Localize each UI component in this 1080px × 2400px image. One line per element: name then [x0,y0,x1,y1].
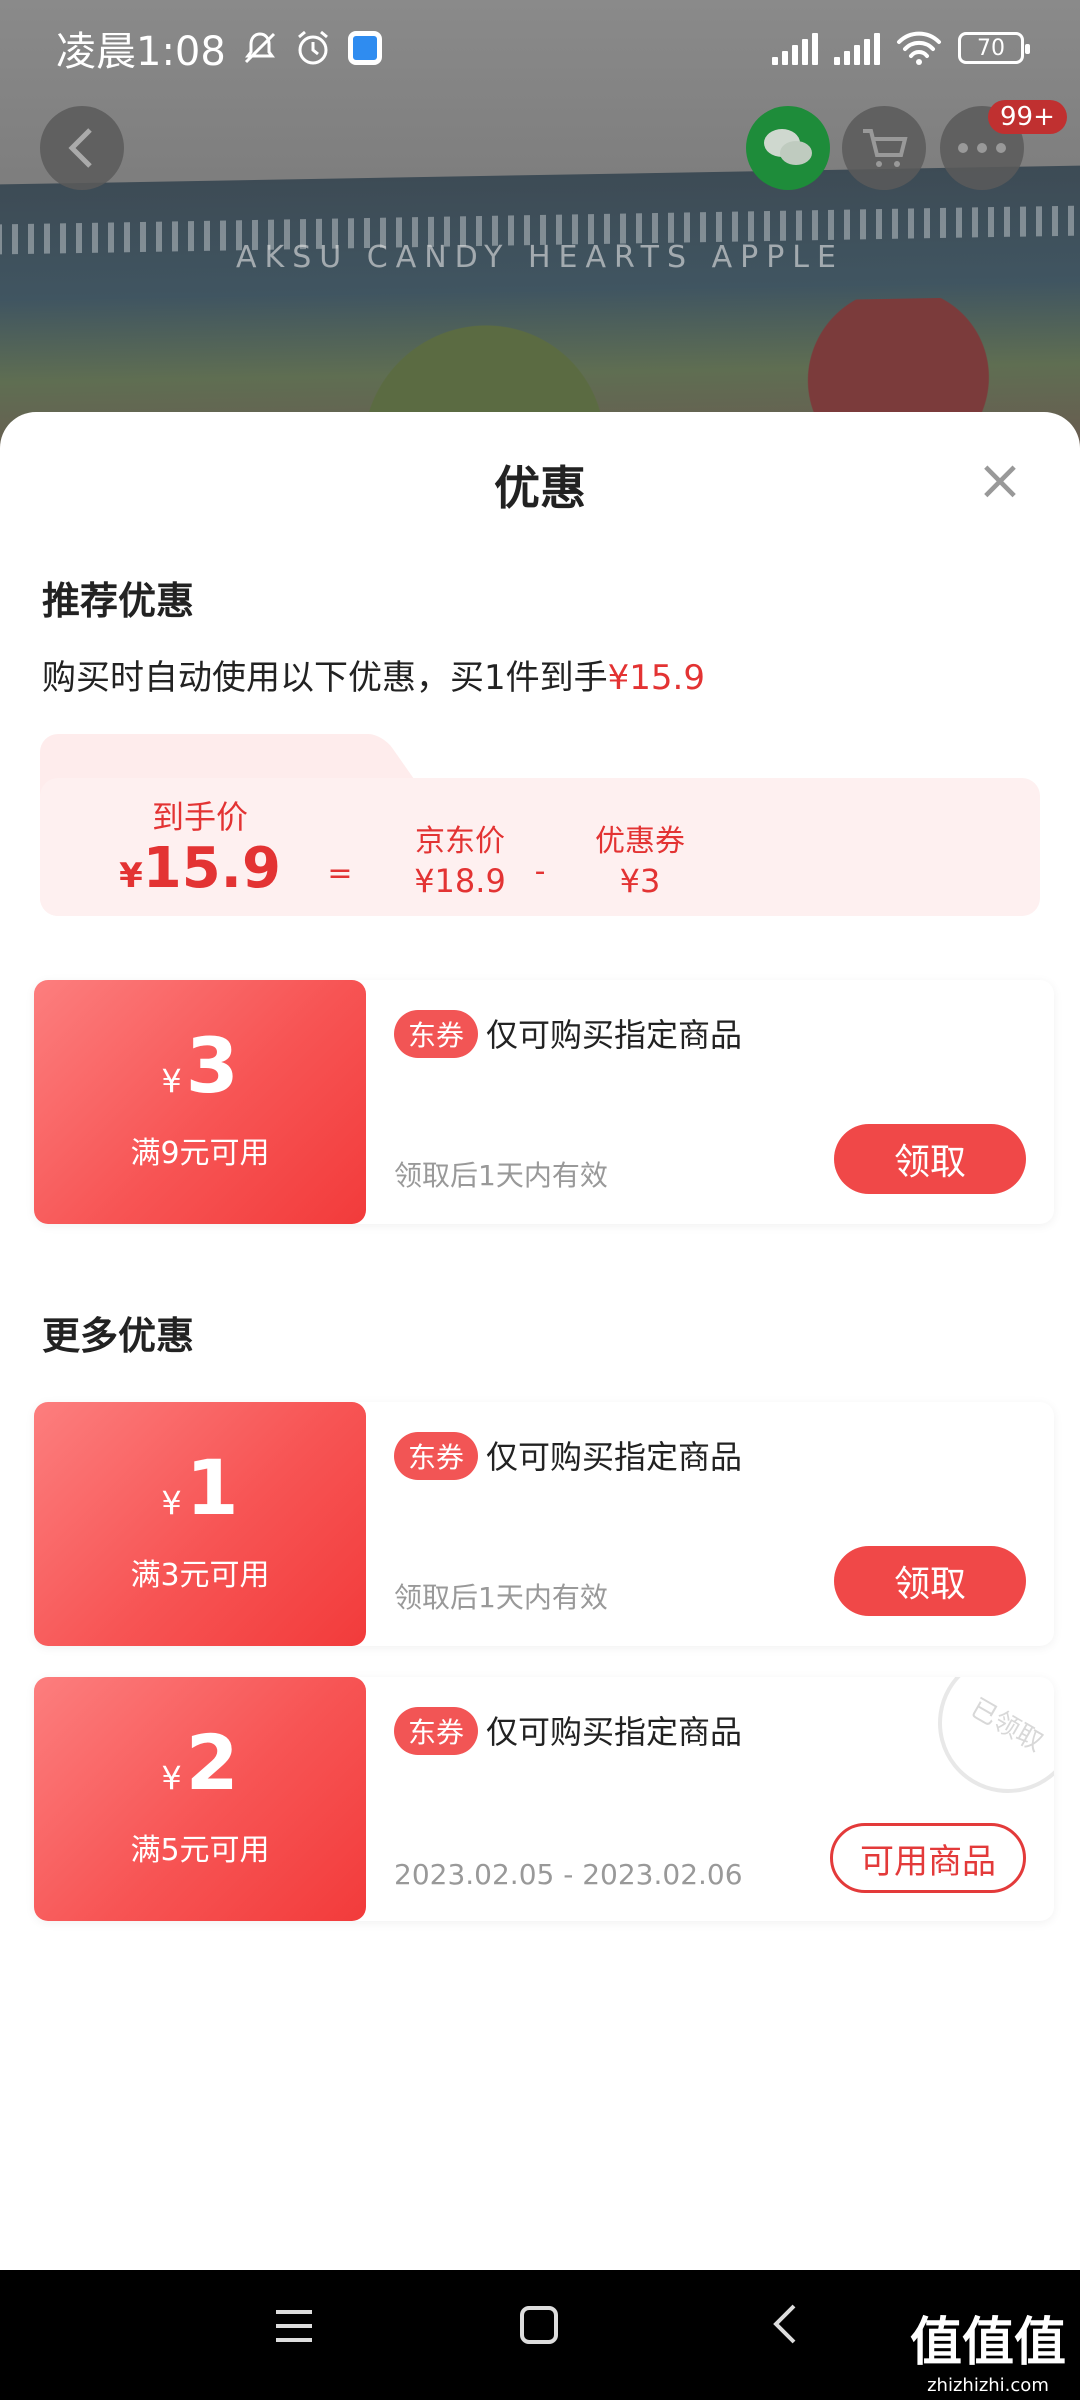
chevron-left-icon [68,128,92,168]
coupon-description: 仅可购买指定商品 [486,1713,743,1751]
cellular-signal-hd-icon [834,31,880,65]
status-bar: 凌晨1:08 70 [0,0,1080,96]
coupon-type-tag: 东券 [394,1010,479,1058]
coupon-card: ¥1 满3元可用 东券 仅可购买指定商品 领取后1天内有效 领取 [34,1402,1054,1646]
coupon-card: ¥2 满5元可用 东券 仅可购买指定商品 已领取 2023.02.05 - 20… [34,1677,1054,1921]
back-arrow-icon [773,2304,796,2344]
home-square-icon [520,2306,558,2344]
claim-coupon-button[interactable]: 领取 [834,1124,1026,1194]
claim-coupon-button[interactable]: 领取 [834,1546,1026,1616]
close-icon: × [976,447,1024,513]
coupon-value-panel: ¥3 满9元可用 [34,980,366,1224]
site-watermark: 值值值 zhizhizhi.com [909,2313,1066,2396]
wechat-icon [764,129,812,165]
auto-apply-price: ¥15.9 [607,658,705,698]
system-back-button[interactable] [770,2300,800,2358]
equals-sign: = [327,856,353,891]
price-summary: 到手价 ¥15.9 = 京东价 ¥18.9 - 优惠券 ¥3 [40,734,1040,916]
status-time: 凌晨1:08 [56,29,226,75]
coupon-description: 仅可购买指定商品 [486,1438,743,1476]
recommended-heading: 推荐优惠 [42,579,195,623]
minus-sign: - [534,854,546,889]
eligible-products-button[interactable]: 可用商品 [830,1823,1026,1893]
home-button[interactable] [518,2300,560,2358]
coupon-condition: 满3元可用 [130,1558,270,1593]
jd-price-value: ¥18.9 [414,862,506,900]
menu-button[interactable] [272,2300,316,2358]
menu-lines-icon [276,2310,312,2342]
coupon-type-tag: 东券 [394,1707,479,1755]
battery-icon: 70 [958,32,1030,64]
final-price-value: ¥15.9 [119,836,281,901]
cellular-signal-icon [772,31,818,65]
wechat-share-button[interactable] [746,106,830,190]
coupon-discount-label: 优惠券 [595,824,685,859]
coupon-condition: 满9元可用 [130,1136,270,1171]
back-button[interactable] [40,106,124,190]
more-discounts-heading: 更多优惠 [42,1314,195,1358]
coupon-amount: 1 [185,1443,239,1532]
coupon-condition: 满5元可用 [130,1833,270,1868]
close-button[interactable]: × [970,447,1030,513]
jd-price-label: 京东价 [415,824,505,859]
wifi-icon [897,31,941,65]
coupon-value-panel: ¥2 满5元可用 [34,1677,366,1921]
alarm-clock-icon [297,30,328,65]
message-count-badge: 99+ [988,100,1067,134]
coupon-description: 仅可购买指定商品 [486,1016,743,1054]
more-dots-icon [958,143,1006,153]
discount-sheet: 优惠 × 推荐优惠 购买时自动使用以下优惠，买1件到手¥15.9 到手价 ¥15… [0,412,1080,2270]
cart-icon [863,129,908,167]
coupon-amount: 3 [185,1021,239,1110]
app-notification-icon [347,31,382,65]
coupon-type-tag: 东券 [394,1432,479,1480]
final-price-label: 到手价 [151,798,248,836]
coupon-value-panel: ¥1 满3元可用 [34,1402,366,1646]
cart-button[interactable] [842,106,926,190]
coupon-discount-value: ¥3 [619,862,661,900]
product-box-text: AKSU CANDY HEARTS APPLE [236,240,844,275]
auto-apply-note: 购买时自动使用以下优惠，买1件到手¥15.9 [42,658,705,698]
mute-bell-icon [244,32,275,64]
claimed-stamp: 已领取 [934,1677,1054,1797]
coupon-validity: 领取后1天内有效 [394,1159,608,1192]
coupon-validity: 领取后1天内有效 [394,1581,608,1614]
coupon-validity: 2023.02.05 - 2023.02.06 [394,1858,743,1891]
sheet-title: 优惠 [494,461,586,515]
recommended-coupon: ¥3 满9元可用 东券 仅可购买指定商品 领取后1天内有效 领取 [34,980,1054,1224]
coupon-amount: 2 [185,1718,239,1807]
